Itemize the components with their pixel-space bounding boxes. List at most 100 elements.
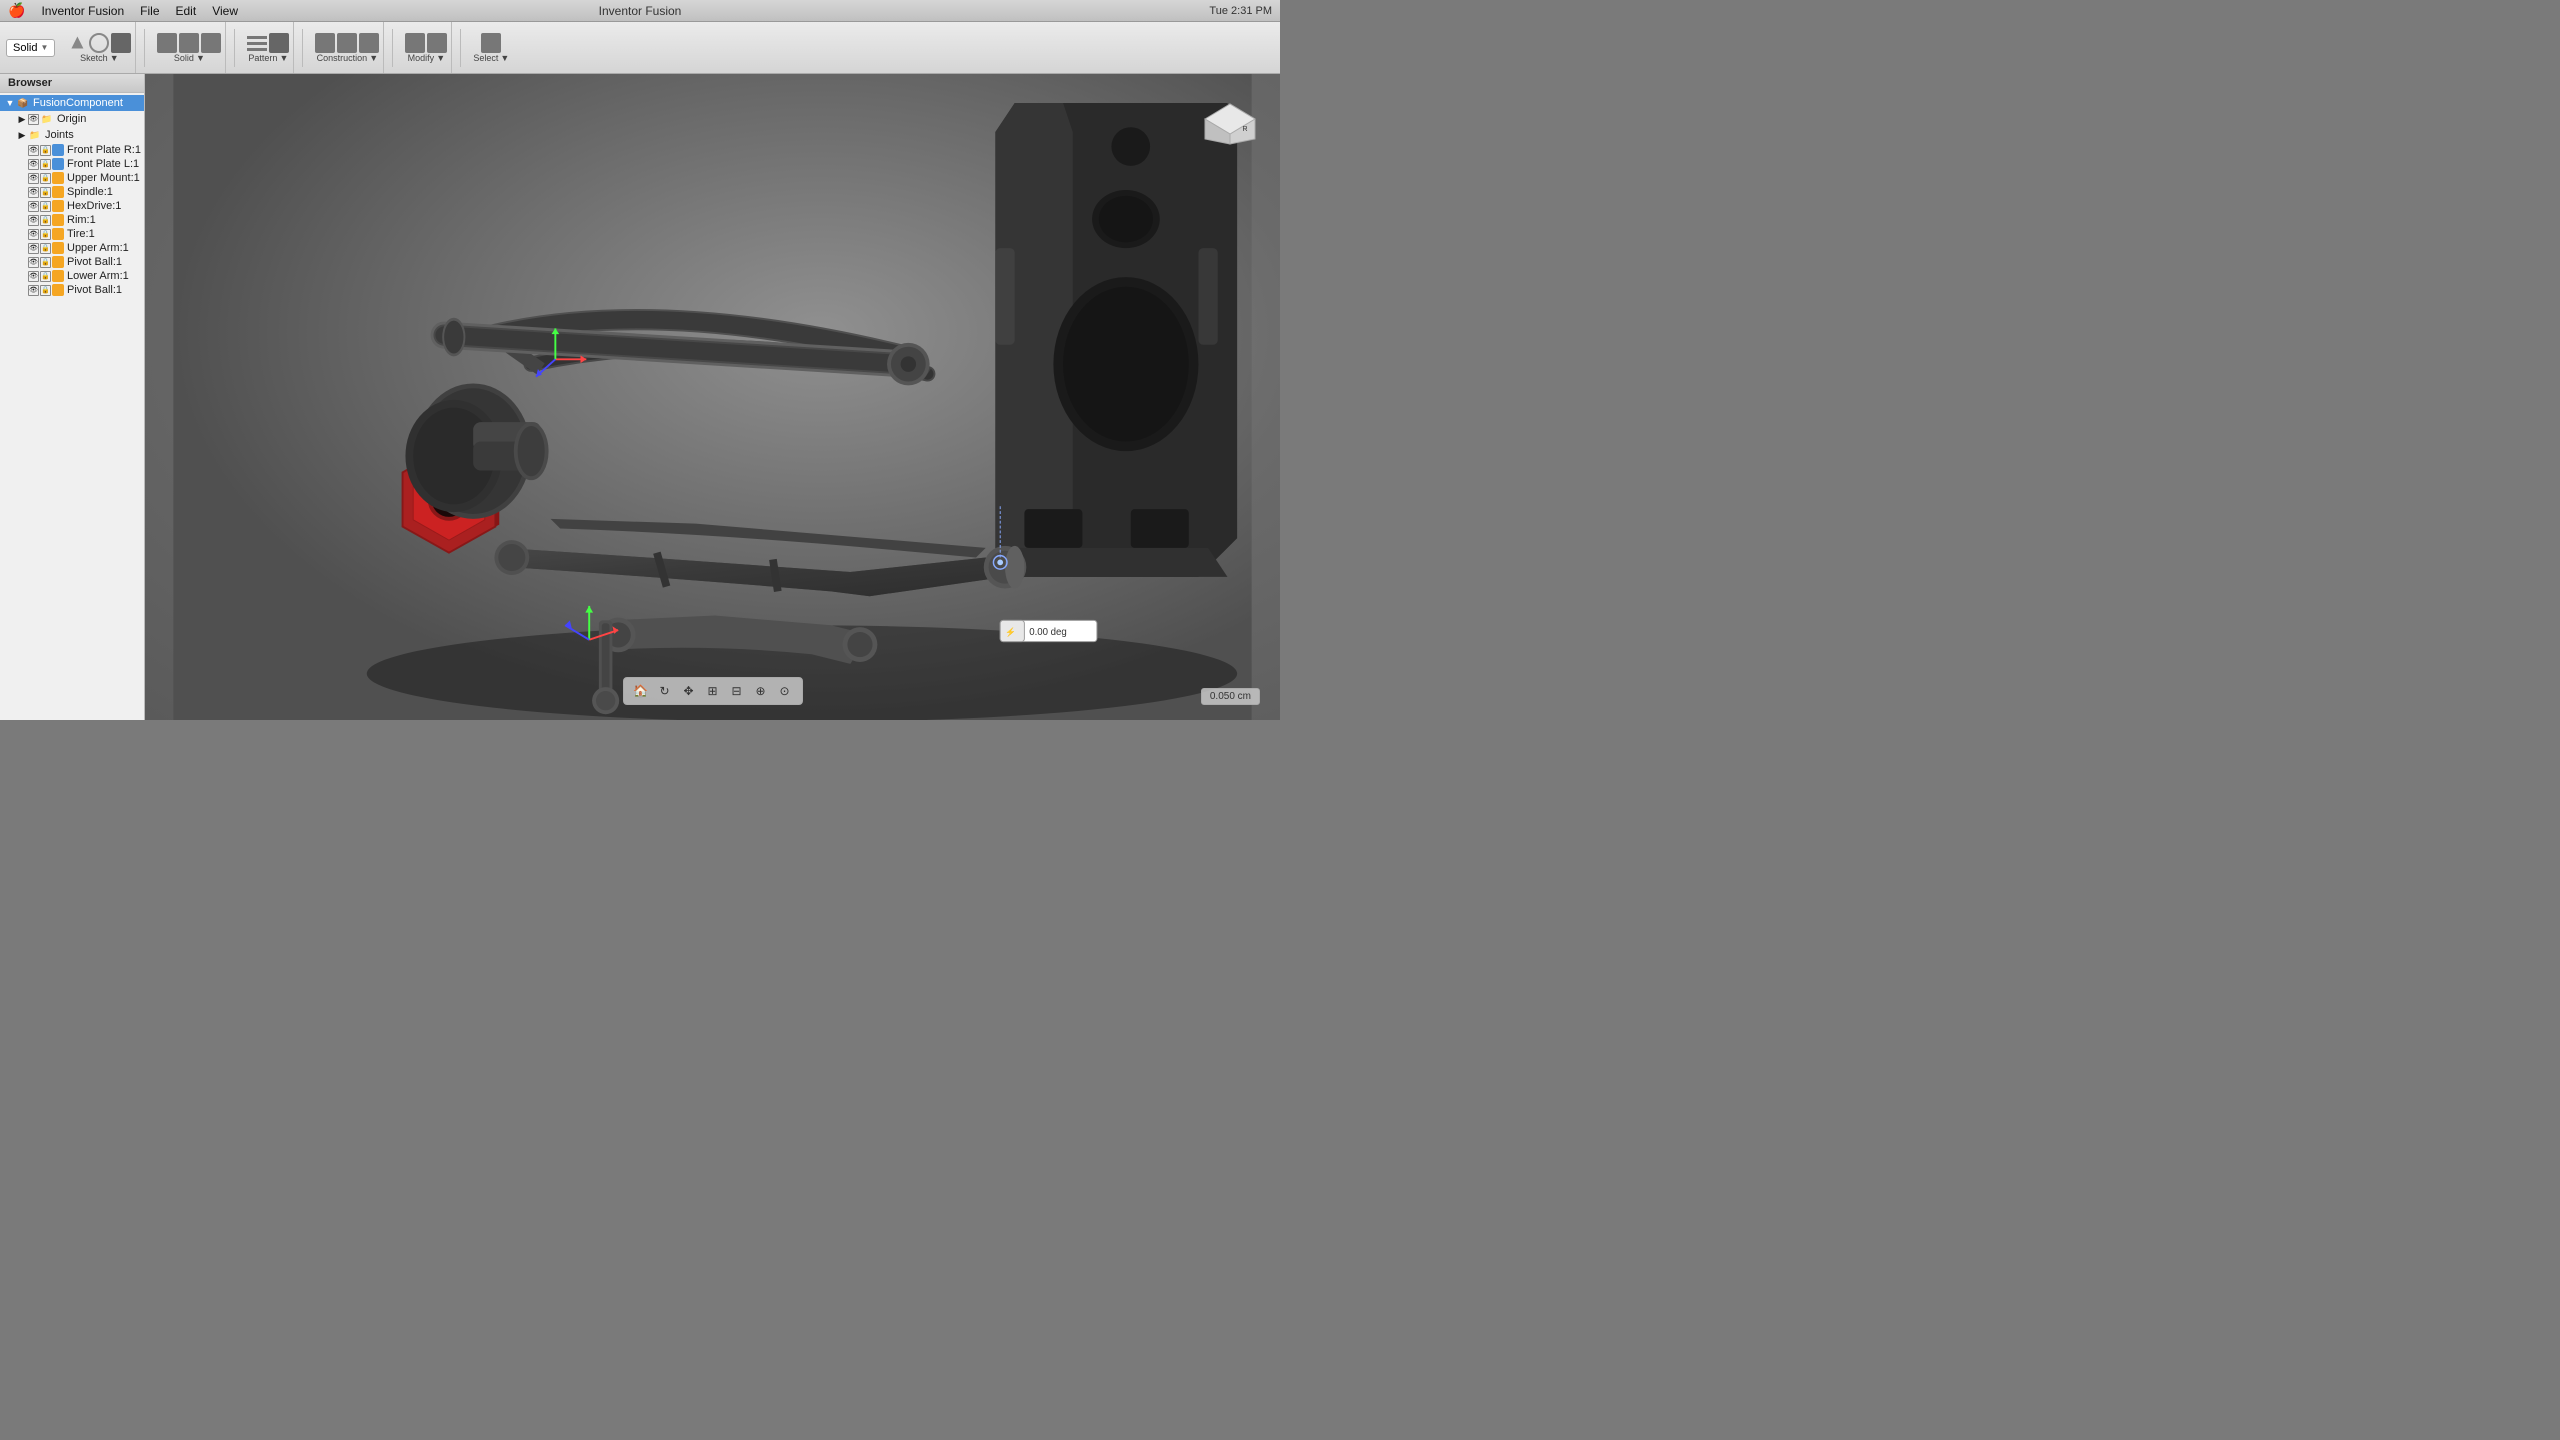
sep-1 bbox=[144, 29, 145, 67]
construction-arrow: ▼ bbox=[369, 53, 378, 63]
lock-icon-fpr[interactable]: 🔒 bbox=[40, 145, 51, 156]
modify-icon-1[interactable] bbox=[405, 33, 425, 53]
vis-icon-ua[interactable]: 👁 bbox=[28, 243, 39, 254]
select-label-row[interactable]: Select ▼ bbox=[473, 53, 509, 63]
vis-icon-sp[interactable]: 👁 bbox=[28, 187, 39, 198]
tree-label-uppermount: Upper Mount:1 bbox=[67, 172, 140, 184]
solid-dropdown[interactable]: Solid ▼ bbox=[6, 39, 55, 57]
part-icon-pb2 bbox=[52, 284, 64, 296]
pattern-icon-2[interactable] bbox=[269, 33, 289, 53]
construction-label: Construction bbox=[317, 53, 368, 63]
vis-icon-um[interactable]: 👁 bbox=[28, 173, 39, 184]
select-icon-1[interactable] bbox=[481, 33, 501, 53]
lock-icon-ua[interactable]: 🔒 bbox=[40, 243, 51, 254]
vis-icon-hd[interactable]: 👁 bbox=[28, 201, 39, 212]
tree-item-rim[interactable]: 👁 🔒 Rim:1 bbox=[0, 213, 144, 227]
lock-icon-tire[interactable]: 🔒 bbox=[40, 229, 51, 240]
tree-item-uppermount[interactable]: 👁 🔒 Upper Mount:1 bbox=[0, 171, 144, 185]
pattern-icons bbox=[247, 33, 289, 53]
nav-cube[interactable]: R bbox=[1200, 94, 1260, 154]
vis-icon-fpr[interactable]: 👁 bbox=[28, 145, 39, 156]
select-label: Select bbox=[473, 53, 498, 63]
tree-item-hexdrive[interactable]: 👁 🔒 HexDrive:1 bbox=[0, 199, 144, 213]
svg-text:0.00 deg: 0.00 deg bbox=[1029, 627, 1067, 638]
fit-btn[interactable]: ⊟ bbox=[726, 680, 748, 702]
vis-icon-pb1[interactable]: 👁 bbox=[28, 257, 39, 268]
vis-icon-origin[interactable]: 👁 bbox=[28, 114, 39, 125]
zoom-btn[interactable]: ⊞ bbox=[702, 680, 724, 702]
menu-view[interactable]: View bbox=[204, 0, 246, 21]
construction-icon-2[interactable] bbox=[337, 33, 357, 53]
tree-label-tire: Tire:1 bbox=[67, 228, 95, 240]
tree-item-frontplatel[interactable]: 👁 🔒 Front Plate L:1 bbox=[0, 157, 144, 171]
menu-edit[interactable]: Edit bbox=[168, 0, 205, 21]
lock-icon-um[interactable]: 🔒 bbox=[40, 173, 51, 184]
browser-header: Browser bbox=[0, 74, 144, 93]
tree-item-fusioncomponent[interactable]: ▼ 📦 FusionComponent bbox=[0, 95, 144, 111]
revolve-icon[interactable] bbox=[179, 33, 199, 53]
home-view-btn[interactable]: 🏠 bbox=[630, 680, 652, 702]
modify-label-row[interactable]: Modify ▼ bbox=[408, 53, 445, 63]
pattern-label-row[interactable]: Pattern ▼ bbox=[248, 53, 288, 63]
construction-icon-1[interactable] bbox=[315, 33, 335, 53]
pan-btn[interactable]: ✥ bbox=[678, 680, 700, 702]
tree-item-origin[interactable]: ▶ 👁 📁 Origin bbox=[0, 111, 144, 127]
part-icon-fpr bbox=[52, 144, 64, 156]
pattern-arrow: ▼ bbox=[279, 53, 288, 63]
part-icon-um bbox=[52, 172, 64, 184]
tree-item-frontplater[interactable]: 👁 🔒 Front Plate R:1 bbox=[0, 143, 144, 157]
orbit-btn[interactable]: ↻ bbox=[654, 680, 676, 702]
view-btn[interactable]: ⊕ bbox=[750, 680, 772, 702]
tree-label-hexdrive: HexDrive:1 bbox=[67, 200, 121, 212]
extrude-icon[interactable] bbox=[157, 33, 177, 53]
lock-icon-rim[interactable]: 🔒 bbox=[40, 215, 51, 226]
construction-icons bbox=[315, 33, 379, 53]
component-icon: 📦 bbox=[16, 96, 30, 110]
pattern-icon-1[interactable] bbox=[247, 33, 267, 53]
lock-icon-la[interactable]: 🔒 bbox=[40, 271, 51, 282]
lock-icon-sp[interactable]: 🔒 bbox=[40, 187, 51, 198]
display-btn[interactable]: ⊙ bbox=[774, 680, 796, 702]
tree-item-spindle[interactable]: 👁 🔒 Spindle:1 bbox=[0, 185, 144, 199]
vis-icon-rim[interactable]: 👁 bbox=[28, 215, 39, 226]
lock-icon-fpl[interactable]: 🔒 bbox=[40, 159, 51, 170]
menu-file[interactable]: File bbox=[132, 0, 167, 21]
select-icons bbox=[481, 33, 501, 53]
part-icon-rim bbox=[52, 214, 64, 226]
sketch-icon-3[interactable] bbox=[111, 33, 131, 53]
tree-item-joints[interactable]: ▶ 📁 Joints bbox=[0, 127, 144, 143]
tree-item-upperarm[interactable]: 👁 🔒 Upper Arm:1 bbox=[0, 241, 144, 255]
tree-item-pivotball1[interactable]: 👁 🔒 Pivot Ball:1 bbox=[0, 255, 144, 269]
vis-icon-la[interactable]: 👁 bbox=[28, 271, 39, 282]
solid-section: Solid ▼ bbox=[157, 33, 221, 63]
vis-icon-tire[interactable]: 👁 bbox=[28, 229, 39, 240]
lock-icon-pb1[interactable]: 🔒 bbox=[40, 257, 51, 268]
pattern-group: Pattern ▼ bbox=[243, 22, 294, 73]
tree-label-fusioncomponent: FusionComponent bbox=[33, 97, 123, 109]
modify-icon-2[interactable] bbox=[427, 33, 447, 53]
lock-icon-hd[interactable]: 🔒 bbox=[40, 201, 51, 212]
vis-icon-pb2[interactable]: 👁 bbox=[28, 285, 39, 296]
menu-inventorfusion[interactable]: Inventor Fusion bbox=[33, 0, 132, 21]
construction-icon-3[interactable] bbox=[359, 33, 379, 53]
construction-label-row[interactable]: Construction ▼ bbox=[317, 53, 378, 63]
viewport-3d[interactable]: ⚡ 0.00 deg R 🏠 ↻ ✥ ⊞ ⊟ ⊕ bbox=[145, 74, 1280, 720]
expand-arrow-origin: ▶ bbox=[16, 114, 28, 125]
tree-item-lowerarm[interactable]: 👁 🔒 Lower Arm:1 bbox=[0, 269, 144, 283]
sketch-icon-2[interactable] bbox=[89, 33, 109, 53]
lock-icon-pb2[interactable]: 🔒 bbox=[40, 285, 51, 296]
apple-menu[interactable]: 🍎 bbox=[8, 2, 25, 19]
tree-label-joints: Joints bbox=[45, 129, 74, 141]
sketch-icon-1[interactable] bbox=[67, 33, 87, 53]
sweep-icon[interactable] bbox=[201, 33, 221, 53]
modify-group: Modify ▼ bbox=[401, 22, 452, 73]
nav-cube-svg: R bbox=[1200, 94, 1260, 154]
solid-tools-label-row[interactable]: Solid ▼ bbox=[174, 53, 205, 63]
browser-panel: Browser ▼ 📦 FusionComponent ▶ 👁 📁 Origin… bbox=[0, 74, 145, 720]
select-arrow: ▼ bbox=[500, 53, 509, 63]
tree-item-pivotball2[interactable]: 👁 🔒 Pivot Ball:1 bbox=[0, 283, 144, 297]
sketch-label-row[interactable]: Sketch ▼ bbox=[80, 53, 118, 63]
vis-icon-fpl[interactable]: 👁 bbox=[28, 159, 39, 170]
tree-item-tire[interactable]: 👁 🔒 Tire:1 bbox=[0, 227, 144, 241]
dim-input-popup[interactable]: ⚡ 0.00 deg bbox=[1000, 620, 1097, 641]
